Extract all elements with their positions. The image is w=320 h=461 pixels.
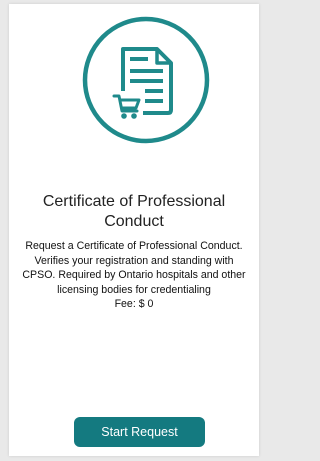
description-line: licensing bodies for credentialing xyxy=(57,283,211,296)
start-request-button[interactable]: Start Request xyxy=(74,417,205,447)
service-card: Certificate of Professional Conduct Requ… xyxy=(9,4,259,456)
fee-text: Fee: $ 0 xyxy=(114,298,154,310)
certificate-icon-graphic xyxy=(82,16,210,144)
description-line: CPSO. Required by Ontario hospitals and … xyxy=(22,269,246,281)
certificate-icon xyxy=(81,15,211,145)
card-description: Request a Certificate of Professional Co… xyxy=(13,239,255,312)
description-line: Verifies your registration and standing … xyxy=(34,254,234,267)
card-title-line-2: Conduct xyxy=(104,213,164,230)
card-title-line-1: Certificate of Professional xyxy=(42,193,226,210)
description-line: Request a Certificate of Professional Co… xyxy=(25,240,243,252)
card-title: Certificate of Professional Conduct xyxy=(9,192,259,232)
